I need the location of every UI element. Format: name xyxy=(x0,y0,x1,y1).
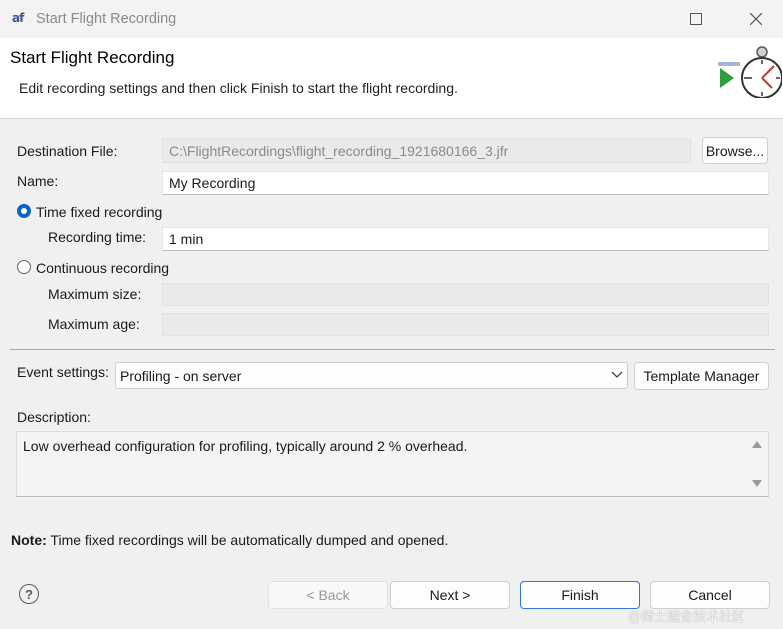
note-text: Time fixed recordings will be automatica… xyxy=(50,532,449,548)
watermark: @稀土掘金技术社区 xyxy=(628,610,746,625)
event-settings-select[interactable]: Profiling - on server xyxy=(115,362,628,389)
destination-label: Destination File: xyxy=(17,143,118,159)
destination-field: C:\FlightRecordings\flight_recording_192… xyxy=(162,138,691,163)
description-text: Low overhead configuration for profiling… xyxy=(23,438,468,454)
finish-button[interactable]: Finish xyxy=(520,581,640,609)
recording-time-input[interactable]: 1 min xyxy=(162,227,769,251)
max-size-label: Maximum size: xyxy=(48,286,142,302)
stopwatch-icon xyxy=(718,46,782,98)
cancel-button[interactable]: Cancel xyxy=(650,581,770,609)
app-icon: af xyxy=(12,11,24,25)
maximize-icon xyxy=(690,13,702,25)
event-settings-label: Event settings: xyxy=(17,364,109,380)
template-manager-button[interactable]: Template Manager xyxy=(634,362,769,390)
recording-time-label: Recording time: xyxy=(48,229,147,245)
browse-button[interactable]: Browse... xyxy=(702,137,768,164)
name-label: Name: xyxy=(17,173,59,189)
close-button[interactable] xyxy=(734,4,778,34)
max-age-label: Maximum age: xyxy=(48,316,140,332)
back-button[interactable]: < Back xyxy=(268,581,388,609)
time-fixed-label[interactable]: Time fixed recording xyxy=(36,204,162,220)
separator xyxy=(10,349,775,350)
max-size-input xyxy=(162,283,769,306)
scroll-up-icon[interactable] xyxy=(752,440,762,448)
note: Note: Time fixed recordings will be auto… xyxy=(11,532,448,548)
help-icon: ? xyxy=(25,586,33,602)
time-fixed-radio[interactable] xyxy=(17,204,31,218)
description-label: Description: xyxy=(17,409,91,425)
maximize-button[interactable] xyxy=(674,4,718,34)
continuous-radio[interactable] xyxy=(17,260,31,274)
close-icon xyxy=(750,13,762,25)
description-box[interactable]: Low overhead configuration for profiling… xyxy=(16,431,769,497)
name-input[interactable]: My Recording xyxy=(162,171,769,195)
next-button[interactable]: Next > xyxy=(390,581,510,609)
max-age-input xyxy=(162,313,769,336)
page-message: Edit recording settings and then click F… xyxy=(19,80,458,96)
event-settings-value: Profiling - on server xyxy=(120,367,242,384)
scroll-down-icon[interactable] xyxy=(752,480,762,488)
page-title: Start Flight Recording xyxy=(10,48,175,67)
continuous-label[interactable]: Continuous recording xyxy=(36,260,169,276)
note-bold: Note: xyxy=(11,532,47,548)
chevron-down-icon xyxy=(611,371,623,378)
help-button[interactable]: ? xyxy=(19,584,39,604)
window-title: Start Flight Recording xyxy=(36,11,177,27)
